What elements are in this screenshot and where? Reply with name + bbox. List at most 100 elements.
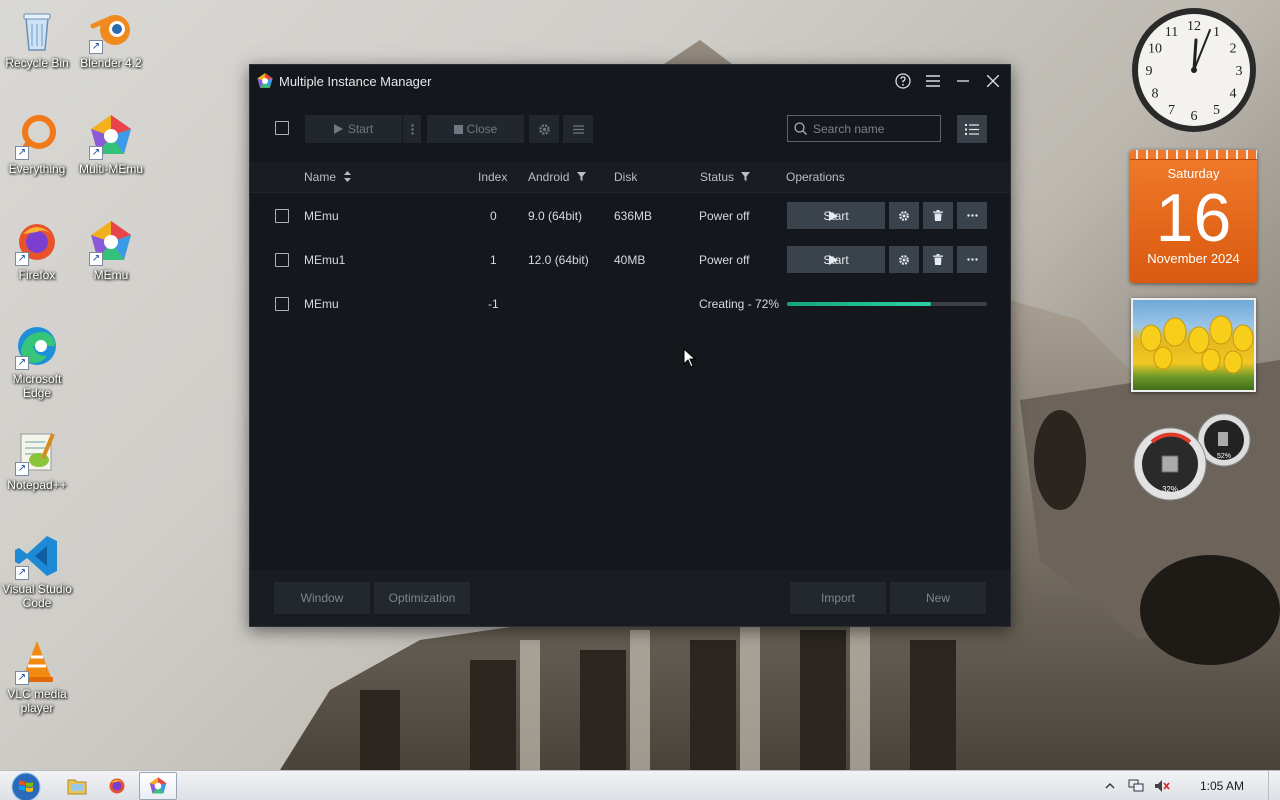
memory-usage-label: 52% (1217, 453, 1231, 460)
tulip-photo (1140, 315, 1254, 374)
toolbar: Start Close (250, 113, 1010, 145)
mouse-cursor-icon (683, 348, 697, 368)
desktop-icon-everything[interactable]: ↗ Everything (0, 112, 74, 176)
search-input[interactable] (813, 121, 933, 136)
start-instance-button[interactable]: Start (787, 202, 885, 229)
desktop-icon-vscode[interactable]: ↗ Visual Studio Code (0, 532, 74, 610)
more-dots-icon (966, 258, 978, 261)
vertical-dots-icon (410, 123, 414, 135)
row-checkbox[interactable] (275, 253, 289, 267)
system-tray: 1:05 AM (1104, 771, 1280, 800)
clock-numeral: 6 (1191, 109, 1198, 124)
clock-numeral: 2 (1230, 42, 1237, 57)
taskbar-clock[interactable]: 1:05 AM (1176, 779, 1268, 793)
cpu-meter-gadget[interactable]: 32% 52% (1132, 412, 1256, 504)
show-hidden-icons-icon[interactable] (1104, 780, 1116, 792)
calendar-month-year: November 2024 (1147, 251, 1240, 266)
clock-gadget[interactable]: 12 12 3 456 78 9 1011 (1130, 6, 1258, 134)
table-row[interactable]: MEmu -1 Creating - 72% (250, 282, 1010, 326)
shortcut-arrow-icon: ↗ (15, 671, 29, 685)
desktop-icon-label: Visual Studio Code (2, 582, 72, 610)
firefox-icon (109, 778, 125, 794)
start-button[interactable] (8, 772, 44, 800)
desktop-icon-edge[interactable]: ↗ Microsoft Edge (0, 322, 74, 400)
instance-android: 12.0 (64bit) (528, 253, 589, 267)
new-button[interactable]: New (890, 582, 986, 614)
desktop-icon-label: Notepad++ (7, 478, 67, 492)
more-options-button[interactable] (957, 246, 987, 273)
clock-numeral: 4 (1230, 87, 1237, 102)
minimize-button[interactable] (948, 66, 978, 96)
taskbar: 1:05 AM (0, 770, 1280, 800)
more-options-button[interactable] (957, 202, 987, 229)
delete-instance-button[interactable] (923, 202, 953, 229)
close-icon (987, 75, 999, 87)
row-checkbox[interactable] (275, 297, 289, 311)
help-button[interactable] (888, 66, 918, 96)
creation-progress-bar (787, 302, 987, 306)
slideshow-gadget[interactable] (1131, 298, 1256, 392)
taskbar-memu-manager[interactable] (139, 772, 177, 800)
notepadpp-icon: ↗ (13, 428, 61, 476)
instance-name: MEmu (304, 297, 339, 311)
shortcut-arrow-icon: ↗ (15, 566, 29, 580)
recycle-bin-icon (13, 6, 61, 54)
more-dots-icon (966, 214, 978, 217)
start-options-button[interactable] (403, 115, 421, 143)
show-desktop-button[interactable] (1268, 771, 1280, 800)
import-button[interactable]: Import (790, 582, 886, 614)
taskbar-explorer[interactable] (58, 772, 96, 800)
multiple-instance-manager-window[interactable]: Multiple Instance Manager Start Close Se… (249, 64, 1011, 627)
delete-instance-button[interactable] (923, 246, 953, 273)
network-icon[interactable] (1128, 779, 1144, 793)
optimization-button[interactable]: Optimization (374, 582, 470, 614)
batch-settings-button[interactable] (529, 115, 559, 143)
desktop-icon-multi-memu[interactable]: ↗ Multi-MEmu (74, 112, 148, 176)
table-row[interactable]: MEmu1 1 12.0 (64bit) 40MB Power off Star… (250, 238, 1010, 282)
start-instance-button[interactable]: Start (787, 246, 885, 273)
instance-status: Power off (699, 253, 750, 267)
column-android-header[interactable]: Android (528, 170, 586, 184)
folder-icon (67, 779, 87, 795)
column-status-header[interactable]: Status (700, 170, 751, 184)
list-view-button[interactable] (957, 115, 987, 143)
trash-icon (933, 254, 943, 265)
row-checkbox[interactable] (275, 209, 289, 223)
help-icon (895, 73, 911, 89)
vlc-icon: ↗ (13, 637, 61, 685)
everything-search-icon: ↗ (13, 112, 61, 160)
column-name-header[interactable]: Name (304, 170, 352, 184)
close-selected-button[interactable]: Close (427, 115, 524, 143)
instance-settings-button[interactable] (889, 246, 919, 273)
search-box[interactable] (787, 115, 941, 142)
instance-android: 9.0 (64bit) (528, 209, 583, 223)
calendar-gadget[interactable]: Saturday 16 November 2024 (1130, 150, 1257, 283)
desktop-icon-firefox[interactable]: ↗ Firefox (0, 218, 74, 282)
desktop-icon-blender[interactable]: ↗ Blender 4.2 (74, 6, 148, 70)
shortcut-arrow-icon: ↗ (15, 356, 29, 370)
calendar-weekday: Saturday (1167, 166, 1220, 181)
volume-muted-icon[interactable] (1154, 779, 1170, 793)
select-all-checkbox[interactable] (275, 121, 289, 135)
gear-icon (899, 254, 909, 265)
clock-numeral: 10 (1148, 42, 1162, 57)
desktop-icon-memu[interactable]: ↗ MEmu (74, 218, 148, 282)
instance-disk: 636MB (614, 209, 653, 223)
menu-button[interactable] (918, 66, 948, 96)
close-window-button[interactable] (978, 66, 1008, 96)
desktop-icon-notepadpp[interactable]: ↗ Notepad++ (0, 428, 74, 492)
clock-numeral: 3 (1236, 64, 1243, 79)
desktop-icon-recycle-bin[interactable]: Recycle Bin (0, 6, 74, 70)
table-row[interactable]: MEmu 0 9.0 (64bit) 636MB Power off Start (250, 194, 1010, 238)
title-bar[interactable]: Multiple Instance Manager (250, 65, 1010, 97)
edge-icon: ↗ (13, 322, 61, 370)
window-button[interactable]: Window (274, 582, 370, 614)
instance-name: MEmu1 (304, 253, 346, 267)
desktop-icon-vlc[interactable]: ↗ VLC media player (0, 637, 74, 715)
column-index-header: Index (478, 170, 508, 184)
start-selected-button[interactable]: Start (305, 115, 402, 143)
instance-settings-button[interactable] (889, 202, 919, 229)
taskbar-firefox[interactable] (98, 772, 136, 800)
batch-menu-button[interactable] (563, 115, 593, 143)
shortcut-arrow-icon: ↗ (89, 252, 103, 266)
